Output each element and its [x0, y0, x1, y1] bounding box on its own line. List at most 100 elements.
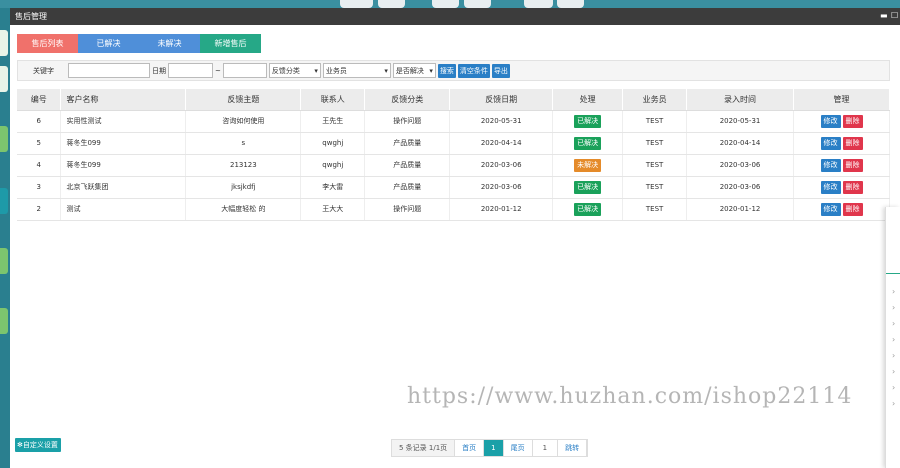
status-badge[interactable]: 未解决	[574, 158, 602, 172]
cell-salesman: TEST	[622, 176, 688, 199]
col-header-salesman[interactable]: 业务员	[622, 89, 688, 111]
col-header-handling[interactable]: 处理	[552, 89, 624, 111]
chevron-right-icon[interactable]: ›	[892, 399, 895, 408]
first-page-link[interactable]: 首页	[455, 440, 485, 456]
caret-down-icon: ▾	[314, 66, 318, 75]
status-badge[interactable]: 已解决	[574, 180, 602, 194]
salesman-select[interactable]: 业务员 ▾	[322, 63, 391, 78]
desktop-app-icon[interactable]	[0, 248, 8, 274]
table-row[interactable]: 2 测试 大幅度轻松 的王大大 操作问题 2020-01-12 已解决 TEST 2020-0…	[17, 198, 890, 221]
keyword-input[interactable]	[68, 63, 150, 78]
cell-date: 2020-03-06	[449, 154, 554, 177]
col-header-customer[interactable]: 客户名称	[60, 89, 187, 111]
cell-topic: 大幅度轻松 的	[185, 198, 302, 221]
maximize-icon[interactable]: ☐	[891, 12, 898, 20]
cell-topic: jksjkdfj	[185, 176, 302, 199]
edit-button[interactable]: 修改	[820, 202, 841, 216]
delete-button[interactable]: 删除	[842, 180, 863, 194]
cell-manage: 修改 删除	[793, 110, 890, 133]
cell-customer: 北京飞跃集团	[60, 176, 187, 199]
chevron-right-icon[interactable]: ›	[892, 335, 895, 344]
feedback-category-select[interactable]: 反馈分类 ▾	[268, 63, 321, 78]
search-button[interactable]: 搜索	[437, 63, 456, 78]
col-header-id[interactable]: 编号	[17, 89, 62, 111]
col-header-category[interactable]: 反馈分类	[364, 89, 451, 111]
desktop-tab[interactable]	[464, 0, 491, 8]
cell-manage: 修改 删除	[793, 176, 890, 199]
side-drawer-panel[interactable]: › › › › › › › ›	[885, 207, 900, 468]
last-page-link[interactable]: 尾页	[503, 440, 533, 456]
cell-salesman: TEST	[622, 110, 688, 133]
tab-aftersales-list[interactable]: 售后列表	[17, 34, 78, 53]
jump-page-input[interactable]: 1	[532, 440, 559, 456]
desktop-app-icon[interactable]	[0, 126, 8, 152]
desktop-taskbar	[0, 0, 900, 8]
cell-date: 2020-03-06	[449, 176, 554, 199]
chevron-right-icon[interactable]: ›	[892, 319, 895, 328]
cell-id: 5	[17, 132, 62, 155]
cell-contact: qwghj	[300, 132, 366, 155]
cell-id: 3	[17, 176, 62, 199]
table-row[interactable]: 6 实用性测试 咨询如何使用 王先生 操作问题 2020-05-31 已解决 TEST 2020…	[17, 110, 890, 133]
status-badge[interactable]: 已解决	[574, 136, 602, 150]
chevron-right-icon[interactable]: ›	[892, 351, 895, 360]
resolved-value: 是否解决	[395, 66, 424, 75]
table-row[interactable]: 5 蒋冬生099 s qwghj 产品质量 2020-04-14 已解决 TEST 2020-0…	[17, 132, 890, 155]
status-badge[interactable]: 已解决	[574, 202, 602, 216]
resolved-select[interactable]: 是否解决 ▾	[392, 63, 436, 78]
col-header-date[interactable]: 反馈日期	[449, 89, 554, 111]
cell-salesman: TEST	[622, 132, 688, 155]
delete-button[interactable]: 删除	[842, 114, 863, 128]
side-panel-divider	[886, 273, 900, 274]
delete-button[interactable]: 删除	[842, 136, 863, 150]
table-row[interactable]: 4 蒋冬生099 213123 qwghj 产品质量 2020-03-06 未解决 TEST 2…	[17, 154, 890, 177]
tab-unresolved[interactable]: 未解决	[139, 34, 200, 53]
tab-add-aftersales[interactable]: 新增售后	[200, 34, 261, 53]
chevron-right-icon[interactable]: ›	[892, 287, 895, 296]
desktop-app-icon[interactable]	[0, 188, 8, 214]
chevron-right-icon[interactable]: ›	[892, 303, 895, 312]
cell-manage: 修改 删除	[793, 198, 890, 221]
desktop-tab[interactable]	[340, 0, 373, 8]
desktop-app-icon[interactable]	[0, 308, 8, 334]
jump-button[interactable]: 跳转	[558, 440, 588, 456]
col-header-entry-time[interactable]: 录入时间	[686, 89, 794, 111]
cell-category: 产品质量	[364, 154, 451, 177]
desktop-tab[interactable]	[378, 0, 405, 8]
date-start-input[interactable]	[168, 63, 213, 78]
delete-button[interactable]: 删除	[842, 158, 863, 172]
pagination: 5 条记录 1/1页 首页 1 尾页 1 跳转	[391, 439, 589, 457]
cell-customer: 蒋冬生099	[60, 132, 187, 155]
col-header-manage[interactable]: 管理	[793, 89, 890, 111]
col-header-topic[interactable]: 反馈主题	[185, 89, 302, 111]
cell-entry-time: 2020-01-12	[686, 198, 794, 221]
desktop-tab[interactable]	[557, 0, 584, 8]
edit-button[interactable]: 修改	[820, 136, 841, 150]
window-titlebar[interactable]: 售后管理 ▬ ☐	[10, 8, 900, 25]
desktop-app-icon[interactable]	[0, 66, 8, 92]
date-end-input[interactable]	[222, 63, 267, 78]
current-page[interactable]: 1	[484, 440, 504, 456]
custom-settings-button[interactable]: ✻自定义设置	[15, 438, 61, 452]
export-button[interactable]: 导出	[491, 63, 510, 78]
desktop-app-icon[interactable]	[0, 30, 8, 56]
chevron-right-icon[interactable]: ›	[892, 367, 895, 376]
table-row[interactable]: 3 北京飞跃集团 jksjkdfj 李大雷 产品质量 2020-03-06 已解决 TEST 2…	[17, 176, 890, 199]
col-header-contact[interactable]: 联系人	[300, 89, 366, 111]
clear-conditions-button[interactable]: 清空条件	[457, 63, 490, 78]
minimize-icon[interactable]: ▬	[880, 12, 888, 20]
chevron-right-icon[interactable]: ›	[892, 383, 895, 392]
cell-handling: 已解决	[552, 176, 624, 199]
edit-button[interactable]: 修改	[820, 158, 841, 172]
cell-manage: 修改 删除	[793, 132, 890, 155]
desktop-tab[interactable]	[432, 0, 459, 8]
caret-down-icon: ▾	[429, 66, 433, 75]
delete-button[interactable]: 删除	[842, 202, 863, 216]
edit-button[interactable]: 修改	[820, 114, 841, 128]
status-badge[interactable]: 已解决	[574, 114, 602, 128]
caret-down-icon: ▾	[384, 66, 388, 75]
search-toolbar: 关键字 日期 ~ 反馈分类 ▾ 业务员 ▾ 是否解决 ▾ 搜索 清空条件 导出	[17, 60, 890, 81]
edit-button[interactable]: 修改	[820, 180, 841, 194]
desktop-tab[interactable]	[524, 0, 553, 8]
tab-resolved[interactable]: 已解决	[78, 34, 139, 53]
